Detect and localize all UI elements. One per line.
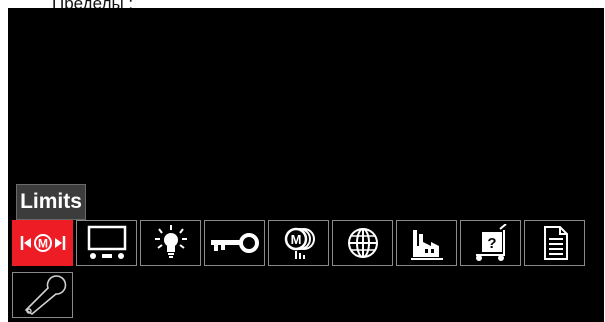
device-screen: Limits M M ? <box>8 8 604 322</box>
tooltip-label: Limits <box>20 190 82 213</box>
globe-icon <box>347 228 378 258</box>
menu-item-factory-reset[interactable] <box>396 220 457 266</box>
wrench-icon <box>24 275 66 315</box>
svg-text:M: M <box>38 237 48 251</box>
menu-item-display[interactable] <box>76 220 137 266</box>
menu-item-service[interactable] <box>12 272 73 318</box>
menu-item-security[interactable] <box>204 220 265 266</box>
limits-m-icon: M <box>20 234 65 252</box>
menu-item-system-info[interactable] <box>524 220 585 266</box>
lightbulb-icon <box>154 225 187 258</box>
svg-text:M: M <box>290 232 301 247</box>
menu-item-limits[interactable]: M <box>12 220 73 266</box>
menu-item-language[interactable] <box>332 220 393 266</box>
cart-help-icon: ? <box>475 224 507 261</box>
document-icon <box>543 226 568 260</box>
tooltip-limits: Limits <box>16 184 86 220</box>
menu-item-service-info[interactable]: ? <box>460 220 521 266</box>
key-icon <box>210 233 259 253</box>
weld-modes-icon: M <box>284 227 315 259</box>
factory-icon <box>410 230 443 260</box>
display-icon <box>87 225 126 259</box>
svg-text:?: ? <box>487 235 496 252</box>
menu-item-weld-modes[interactable]: M <box>268 220 329 266</box>
menu-item-brightness[interactable] <box>140 220 201 266</box>
